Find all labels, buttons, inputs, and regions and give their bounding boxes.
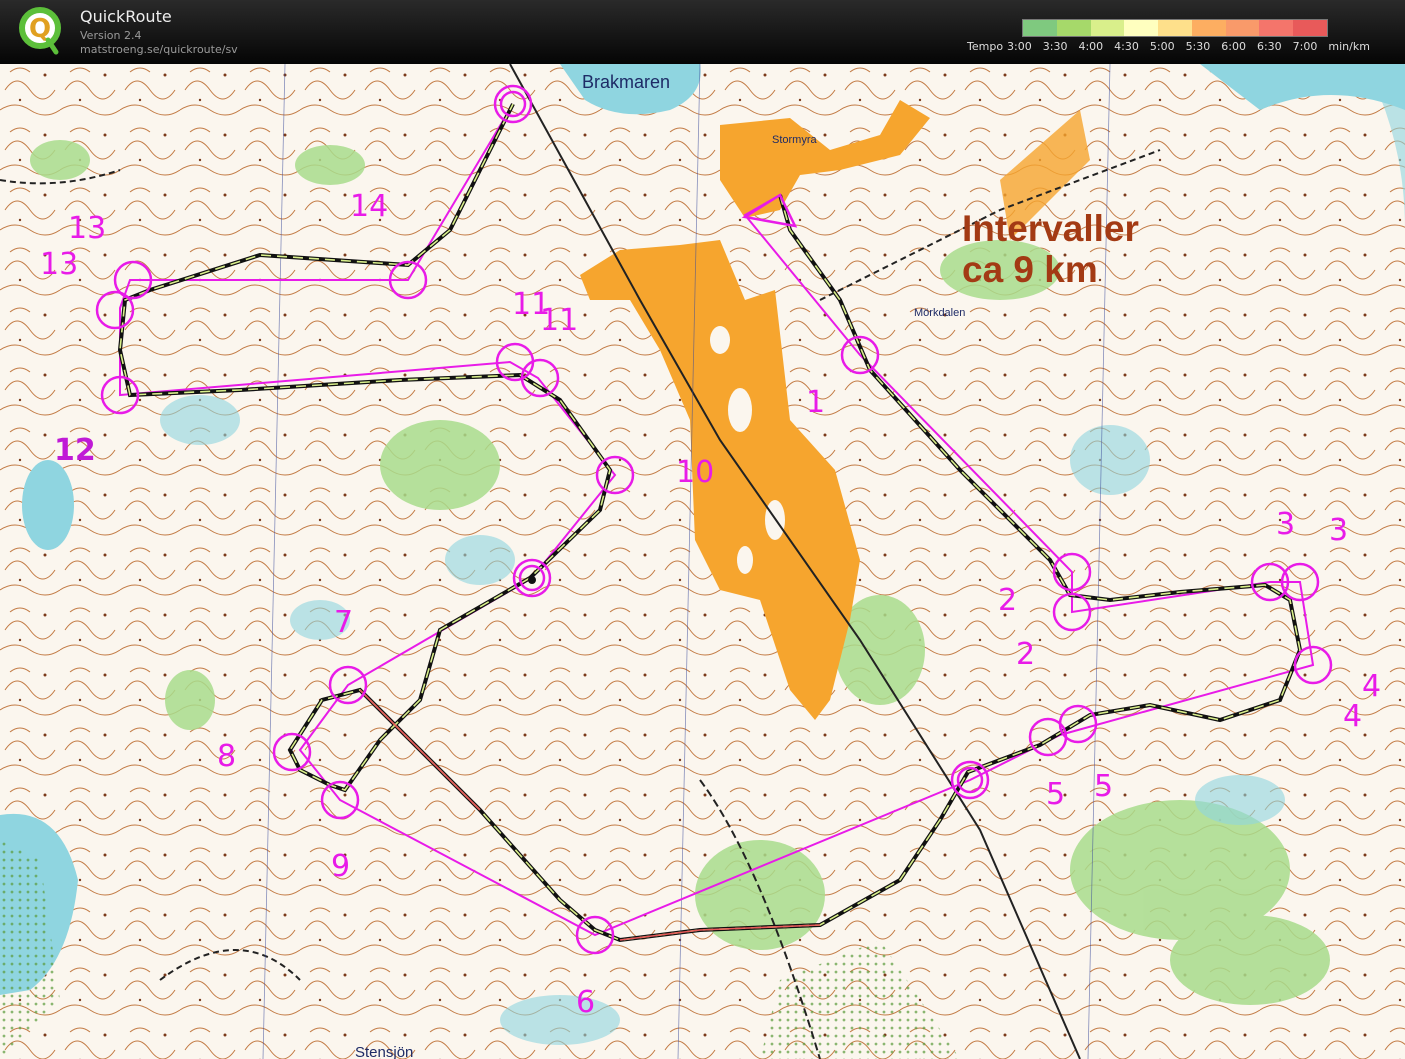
- green-patch: [380, 420, 500, 510]
- tempo-tick: 5:30: [1185, 40, 1211, 53]
- current-position-marker: [528, 576, 536, 584]
- app-url: matstroeng.se/quickroute/sv: [80, 43, 238, 56]
- tempo-swatch: [1225, 20, 1260, 36]
- app-title: QuickRoute: [80, 7, 172, 26]
- annotation-title: Intervaller: [962, 208, 1139, 249]
- control-number: 10: [676, 455, 715, 490]
- tempo-swatch: [1259, 20, 1294, 36]
- map-canvas[interactable]: [0, 64, 1405, 1059]
- quickroute-logo-icon: Q: [19, 7, 61, 55]
- tempo-tick: 6:30: [1256, 40, 1282, 53]
- course-annotation: Intervaller ca 9 km: [962, 208, 1139, 290]
- place-name-stormyra: Stormyra: [772, 134, 817, 146]
- control-number: 12: [54, 433, 96, 468]
- tempo-legend-labels: Tempo 3:00 3:30 4:00 4:30 5:00 5:30 6:00 6:30 7:0…: [967, 40, 1381, 53]
- control-number: 3: [1276, 507, 1296, 542]
- lake-west: [22, 460, 74, 550]
- place-name-stensjon: Stensjön: [355, 1044, 414, 1059]
- control-number: 13: [68, 211, 107, 246]
- tempo-tick: 3:30: [1042, 40, 1068, 53]
- tempo-tick: 6:00: [1221, 40, 1246, 53]
- control-number: 4: [1362, 669, 1382, 704]
- control-number: 14: [350, 189, 389, 224]
- place-name-brakmaren: Brakmaren: [582, 72, 671, 92]
- tempo-unit: min/km: [1328, 40, 1370, 53]
- control-number: 6: [576, 985, 596, 1020]
- control-number: 5: [1094, 769, 1114, 804]
- tempo-color-scale: [1022, 19, 1328, 37]
- orienteering-map[interactable]: Brakmaren Stormyra Mörkdalen Stensjön In…: [0, 64, 1405, 1059]
- control-number: 3: [1329, 513, 1349, 548]
- tempo-tick: 4:00: [1078, 40, 1104, 53]
- control-number: 2: [998, 583, 1018, 618]
- control-number: 13: [40, 247, 79, 282]
- control-number: 1: [806, 385, 826, 420]
- tempo-tick: 7:00: [1292, 40, 1318, 53]
- control-number: 7: [334, 605, 354, 640]
- tempo-label: Tempo: [967, 40, 1004, 53]
- control-number: 11: [540, 303, 579, 338]
- tempo-swatch: [1023, 20, 1057, 36]
- tempo-swatch: [1056, 20, 1091, 36]
- tempo-tick: 4:30: [1114, 40, 1139, 53]
- tempo-swatch: [1191, 20, 1226, 36]
- control-number: 8: [217, 739, 237, 774]
- control-number: 5: [1046, 777, 1066, 812]
- tempo-swatch: [1124, 20, 1159, 36]
- control-number: 4: [1343, 699, 1363, 734]
- control-number: 9: [331, 849, 351, 884]
- tempo-swatch: [1090, 20, 1125, 36]
- app-header: Q QuickRoute Version 2.4 matstroeng.se/q…: [0, 0, 1405, 64]
- app-version: Version 2.4: [80, 29, 142, 42]
- annotation-distance: ca 9 km: [962, 248, 1098, 290]
- tempo-tick: 5:00: [1149, 40, 1175, 53]
- tempo-tick: 3:00: [1007, 40, 1032, 53]
- tempo-swatch: [1293, 20, 1328, 36]
- place-name-morkdalen: Mörkdalen: [914, 307, 966, 319]
- tempo-swatch: [1158, 20, 1192, 36]
- control-number: 2: [1016, 637, 1036, 672]
